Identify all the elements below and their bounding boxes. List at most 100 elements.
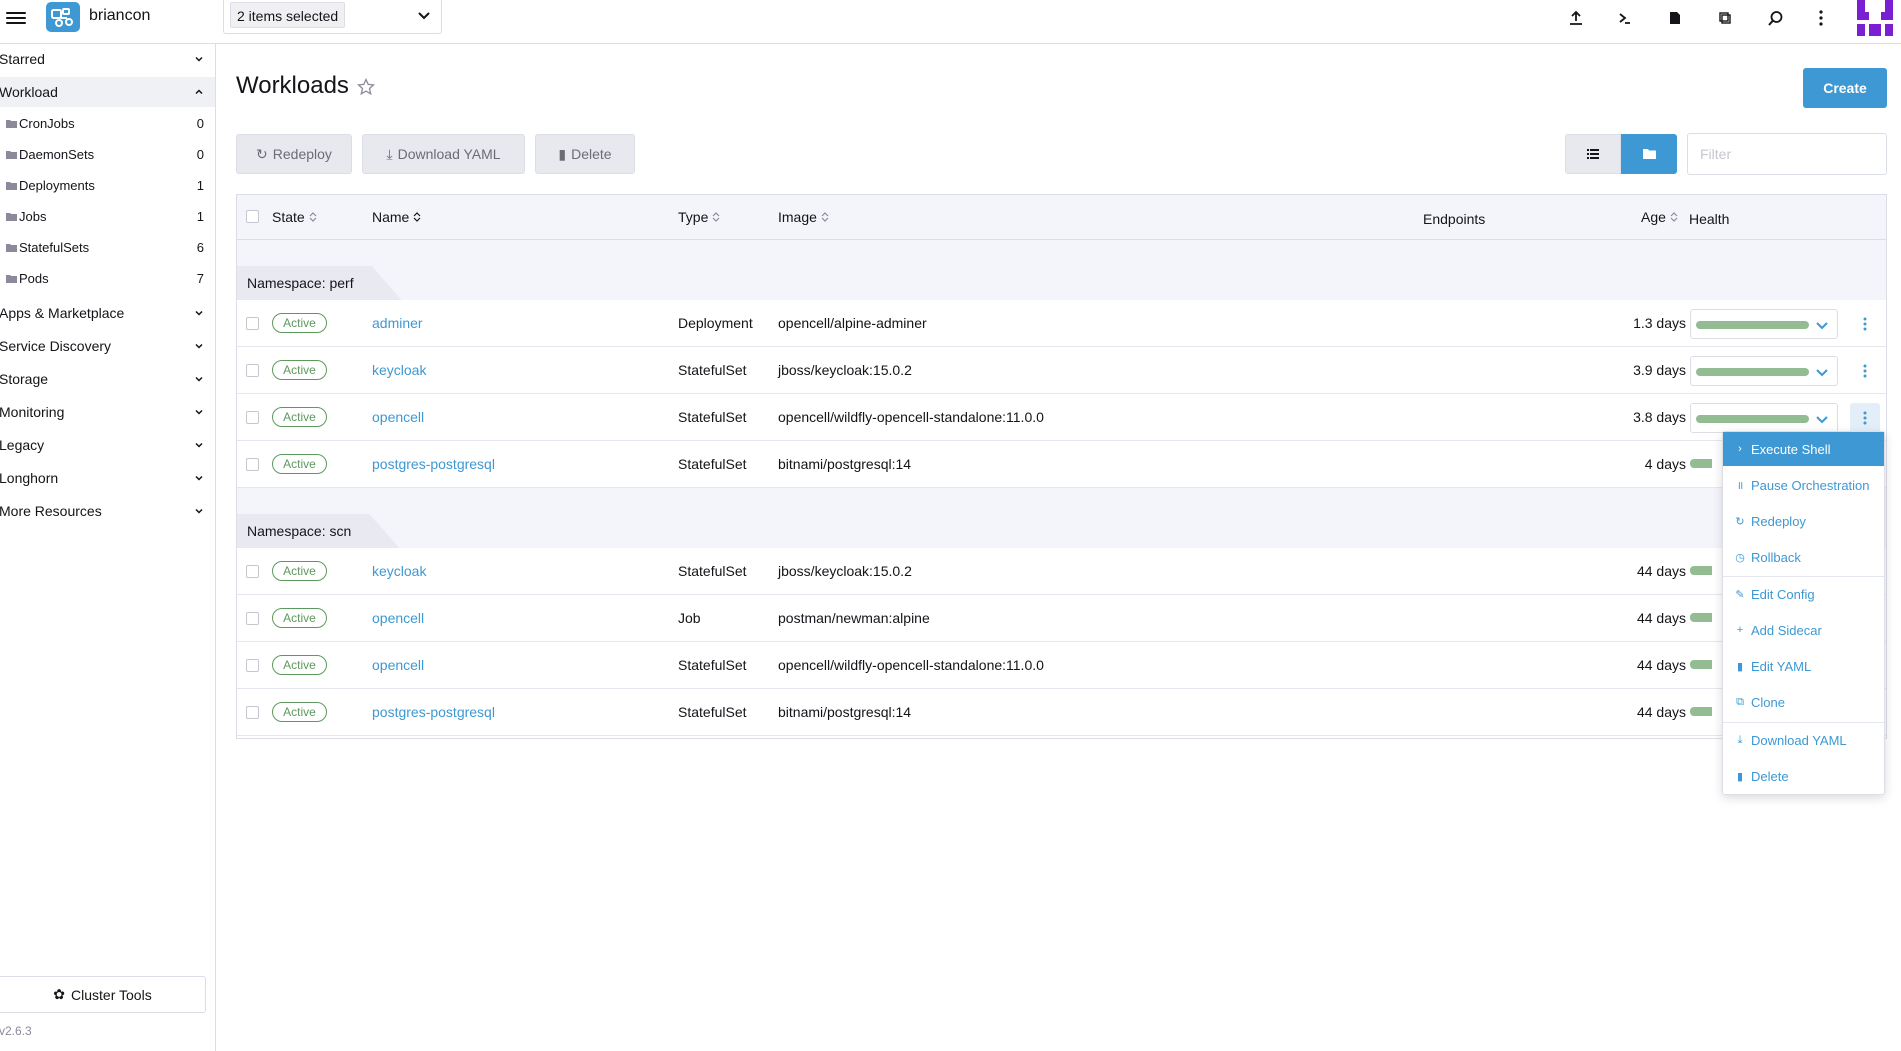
row-checkbox[interactable] bbox=[246, 364, 259, 377]
nav-group-longhorn[interactable]: Longhorn bbox=[0, 463, 215, 493]
menu-item-edit-yaml[interactable]: ▮ Edit YAML bbox=[1723, 649, 1884, 683]
workload-name-link[interactable]: opencell bbox=[372, 610, 424, 626]
namespace-select[interactable]: 2 items selected bbox=[223, 0, 442, 34]
row-checkbox[interactable] bbox=[246, 565, 259, 578]
menu-item-execute-shell[interactable]: › Execute Shell bbox=[1723, 432, 1884, 466]
nav-item-jobs[interactable]: Jobs 1 bbox=[4, 204, 212, 230]
health-bar bbox=[1696, 415, 1809, 423]
cluster-name[interactable]: briancon bbox=[89, 7, 150, 25]
row-checkbox[interactable] bbox=[246, 659, 259, 672]
menu-item-download-yaml[interactable]: ⤓ Download YAML bbox=[1723, 723, 1884, 757]
row-checkbox[interactable] bbox=[246, 411, 259, 424]
row-checkbox[interactable] bbox=[246, 317, 259, 330]
row-actions-icon[interactable] bbox=[1850, 309, 1880, 339]
redeploy-button[interactable]: ↻ Redeploy bbox=[236, 134, 352, 174]
health-bar bbox=[1690, 613, 1712, 622]
health-dropdown[interactable] bbox=[1690, 309, 1838, 339]
col-image[interactable]: Image bbox=[778, 209, 829, 225]
table-row[interactable]: Active opencell StatefulSet opencell/wil… bbox=[237, 394, 1886, 441]
row-checkbox[interactable] bbox=[246, 458, 259, 471]
nav-group-service-discovery[interactable]: Service Discovery bbox=[0, 331, 215, 361]
workload-name-link[interactable]: keycloak bbox=[372, 362, 426, 378]
workload-name-link[interactable]: opencell bbox=[372, 657, 424, 673]
download-yaml-button[interactable]: ⤓ Download YAML bbox=[362, 134, 525, 174]
nav-item-deployments[interactable]: Deployments 1 bbox=[4, 173, 212, 199]
col-type[interactable]: Type bbox=[678, 209, 720, 225]
row-checkbox[interactable] bbox=[246, 612, 259, 625]
row-actions-icon[interactable] bbox=[1850, 403, 1880, 433]
workload-name-link[interactable]: adminer bbox=[372, 315, 423, 331]
row-actions-icon[interactable] bbox=[1850, 356, 1880, 386]
col-name[interactable]: Name bbox=[372, 209, 421, 225]
table-row[interactable]: Active postgres-postgresql StatefulSet b… bbox=[237, 689, 1886, 736]
workload-age: 1.3 days bbox=[1633, 315, 1686, 331]
create-button[interactable]: Create bbox=[1803, 68, 1887, 108]
menu-item-rollback[interactable]: ◷ Rollback bbox=[1723, 540, 1884, 574]
col-state[interactable]: State bbox=[272, 209, 317, 225]
table-row[interactable]: Active adminer Deployment opencell/alpin… bbox=[237, 300, 1886, 347]
menu-item-redeploy[interactable]: ↻ Redeploy bbox=[1723, 504, 1884, 538]
menu-item-pause-orchestration[interactable]: ॥ Pause Orchestration bbox=[1723, 468, 1884, 502]
namespace-group: Namespace: scn bbox=[237, 488, 1886, 548]
menu-item-delete[interactable]: ▮ Delete bbox=[1723, 759, 1884, 793]
nav-item-statefulsets[interactable]: StatefulSets 6 bbox=[4, 235, 212, 261]
nav-item-count: 7 bbox=[196, 271, 204, 286]
group-by-namespace-toggle[interactable] bbox=[1621, 134, 1677, 174]
menu-item-add-sidecar[interactable]: + Add Sidecar bbox=[1723, 613, 1884, 647]
table-row[interactable]: Active postgres-postgresql StatefulSet b… bbox=[237, 441, 1886, 488]
chevron-down-icon bbox=[195, 376, 203, 382]
copy-icon[interactable] bbox=[1714, 7, 1736, 29]
row-checkbox[interactable] bbox=[246, 706, 259, 719]
workload-name-link[interactable]: postgres-postgresql bbox=[372, 704, 495, 720]
nav-group-more-resources[interactable]: More Resources bbox=[0, 496, 215, 526]
workload-name-link[interactable]: postgres-postgresql bbox=[372, 456, 495, 472]
nav-group-apps-marketplace[interactable]: Apps & Marketplace bbox=[0, 298, 215, 328]
flat-list-toggle[interactable] bbox=[1565, 134, 1621, 174]
folder-icon bbox=[6, 120, 17, 128]
workload-name-link[interactable]: opencell bbox=[372, 409, 424, 425]
workload-type: StatefulSet bbox=[678, 409, 747, 425]
nav-item-count: 6 bbox=[196, 240, 204, 255]
cluster-tools-button[interactable]: ✿ Cluster Tools bbox=[0, 976, 206, 1013]
upload-icon[interactable] bbox=[1565, 7, 1587, 29]
health-dropdown[interactable] bbox=[1690, 356, 1838, 386]
status-badge: Active bbox=[272, 655, 327, 675]
file-icon[interactable] bbox=[1664, 7, 1686, 29]
nav-item-pods[interactable]: Pods 7 bbox=[4, 266, 212, 292]
nav-group-legacy[interactable]: Legacy bbox=[0, 430, 215, 460]
workload-name-link[interactable]: keycloak bbox=[372, 563, 426, 579]
select-all-checkbox[interactable] bbox=[246, 210, 259, 223]
search-icon[interactable] bbox=[1764, 7, 1786, 29]
col-age[interactable]: Age bbox=[1641, 209, 1678, 225]
nav-group-storage[interactable]: Storage bbox=[0, 364, 215, 394]
copy-icon: ⧉ bbox=[1736, 695, 1744, 708]
version-label: v2.6.3 bbox=[0, 1024, 32, 1038]
menu-item-edit-config[interactable]: ✎ Edit Config bbox=[1723, 577, 1884, 611]
delete-button[interactable]: ▮ Delete bbox=[535, 134, 635, 174]
health-bar bbox=[1690, 566, 1712, 575]
filter-input[interactable] bbox=[1687, 133, 1887, 175]
folder-icon bbox=[6, 182, 17, 190]
nav-group-workload[interactable]: Workload bbox=[0, 77, 215, 107]
workload-type: StatefulSet bbox=[678, 362, 747, 378]
menu-item-clone[interactable]: ⧉ Clone bbox=[1723, 685, 1884, 719]
table-row[interactable]: Active keycloak StatefulSet jboss/keyclo… bbox=[237, 347, 1886, 394]
table-row[interactable]: Active opencell StatefulSet opencell/wil… bbox=[237, 642, 1886, 689]
table-row[interactable]: Active opencell Job postman/newman:alpin… bbox=[237, 595, 1886, 642]
table-row[interactable]: Active keycloak StatefulSet jboss/keyclo… bbox=[237, 548, 1886, 595]
workload-age: 4 days bbox=[1644, 456, 1686, 472]
menu-icon[interactable] bbox=[6, 9, 26, 29]
status-badge: Active bbox=[272, 360, 327, 380]
nav-item-daemonsets[interactable]: DaemonSets 0 bbox=[4, 142, 212, 168]
nav-group-monitoring[interactable]: Monitoring bbox=[0, 397, 215, 427]
user-avatar[interactable] bbox=[1857, 0, 1893, 36]
shell-icon[interactable] bbox=[1614, 7, 1636, 29]
nav-item-cronjobs[interactable]: CronJobs 0 bbox=[4, 111, 212, 137]
nav-group-starred[interactable]: Starred bbox=[0, 44, 215, 74]
cluster-logo-icon[interactable] bbox=[46, 2, 80, 32]
star-icon[interactable] bbox=[357, 78, 375, 96]
nav-item-count: 0 bbox=[196, 147, 204, 162]
chevron-right-icon: › bbox=[1738, 443, 1742, 455]
more-vertical-icon[interactable] bbox=[1810, 7, 1832, 29]
health-dropdown[interactable] bbox=[1690, 403, 1838, 433]
